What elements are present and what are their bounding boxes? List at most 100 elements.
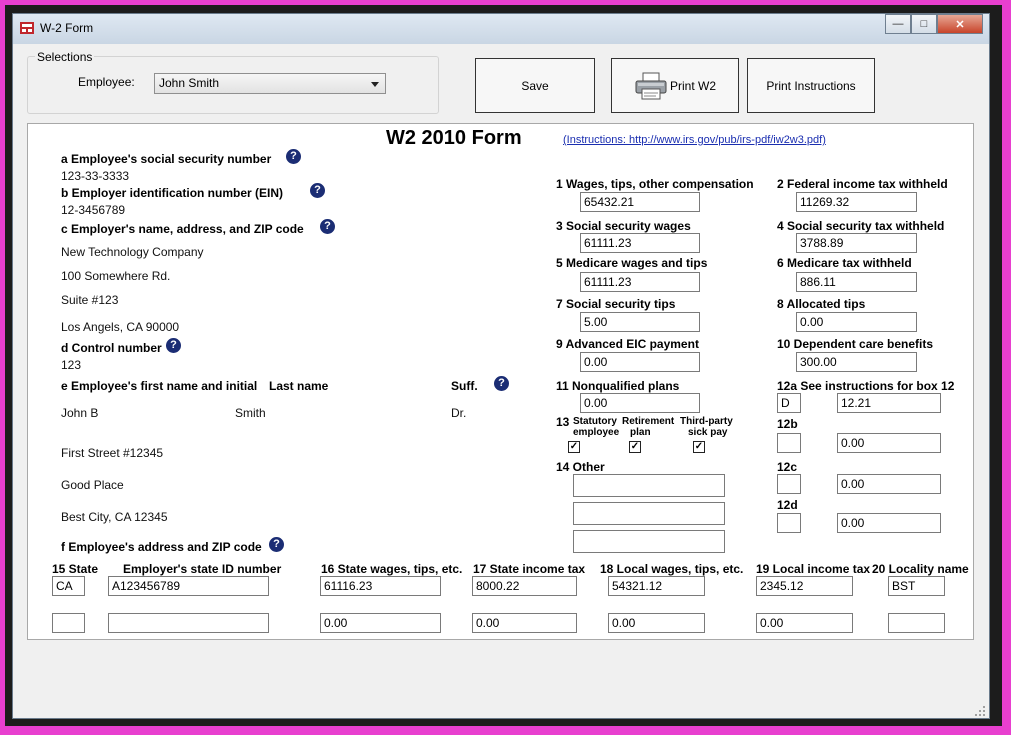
print-w2-button[interactable]: Print W2 [611,58,739,113]
save-button[interactable]: Save [475,58,595,113]
state-input-row-1[interactable]: CA [52,576,85,596]
employee-last-name-label: Last name [269,379,329,393]
statutory-label-line-1: Statutory [573,416,617,427]
control-number-value: 123 [61,358,82,372]
box7-input[interactable]: 5.00 [580,312,700,332]
print-w2-label: Print W2 [669,78,716,93]
box4-label: 4 Social security tax withheld [777,219,945,233]
box6-label: 6 Medicare tax withheld [777,256,912,270]
local-wages-input-row-1[interactable]: 54321.12 [608,576,705,596]
local-tax-input-row-2[interactable]: 0.00 [756,613,853,633]
box4-input[interactable]: 3788.89 [796,233,917,253]
box2-label: 2 Federal income tax withheld [777,177,948,191]
employee-help-icon[interactable]: ? [494,376,509,391]
local-tax-input-row-1[interactable]: 2345.12 [756,576,853,596]
box12b-amount-input[interactable]: 0.00 [837,433,941,453]
w2-form-panel: W2 2010 Form (Instructions: http://www.i… [27,123,974,640]
ein-value: 12-3456789 [61,203,126,217]
state-id-input-row-1[interactable]: A123456789 [108,576,269,596]
title-bar[interactable]: W-2 Form — □ ✕ [13,14,989,44]
close-button[interactable]: ✕ [937,14,983,34]
state-tax-input-row-2[interactable]: 0.00 [472,613,577,633]
box5-label: 5 Medicare wages and tips [556,256,708,270]
maximize-icon: □ [920,18,928,30]
box3-label: 3 Social security wages [556,219,691,233]
resize-grip-icon[interactable] [974,705,986,717]
box6-input[interactable]: 886.11 [796,272,917,292]
box12c-label: 12c [777,460,798,474]
third-party-sick-pay-checkbox[interactable]: ✓ [693,441,705,453]
control-number-label: d Control number [61,341,162,355]
box8-input[interactable]: 0.00 [796,312,917,332]
box17-label: 17 State income tax [473,562,586,576]
box13-label: 13 [556,415,570,429]
print-instructions-button[interactable]: Print Instructions [747,58,875,113]
box10-label: 10 Dependent care benefits [777,337,934,351]
retirement-plan-checkbox[interactable]: ✓ [629,441,641,453]
state-tax-input-row-1[interactable]: 8000.22 [472,576,577,596]
box18-label: 18 Local wages, tips, etc. [600,562,744,576]
employer-address-line-1: 100 Somewhere Rd. [61,269,171,283]
box7-label: 7 Social security tips [556,297,676,311]
maximize-button[interactable]: □ [911,14,937,34]
employee-address-line-2: Good Place [61,478,124,492]
selections-legend: Selections [35,50,95,64]
local-wages-input-row-2[interactable]: 0.00 [608,613,705,633]
window-title: W-2 Form [40,21,94,35]
box12c-amount-input[interactable]: 0.00 [837,474,941,494]
save-button-label: Save [521,78,549,93]
box16-label: 16 State wages, tips, etc. [321,562,463,576]
box12d-code-input[interactable] [777,513,801,533]
box5-input[interactable]: 61111.23 [580,272,700,292]
ssn-label: a Employee's social security number [61,152,272,166]
control-number-help-icon[interactable]: ? [166,338,181,353]
statutory-employee-checkbox[interactable]: ✓ [568,441,580,453]
printer-icon [635,72,667,99]
box14-input-2[interactable] [573,502,725,525]
box14-input-1[interactable] [573,474,725,497]
box19-label: 19 Local income tax [756,562,871,576]
box12a-code-input[interactable]: D [777,393,801,413]
state-wages-input-row-2[interactable]: 0.00 [320,613,441,633]
box9-input[interactable]: 0.00 [580,352,700,372]
box12b-code-input[interactable] [777,433,801,453]
state-wages-input-row-1[interactable]: 61116.23 [320,576,441,596]
box14-label: 14 Other [556,460,605,474]
box20-label: 20 Locality name [872,562,969,576]
state-input-row-2[interactable] [52,613,85,633]
employer-help-icon[interactable]: ? [320,219,335,234]
employer-address-line-2: Suite #123 [61,293,119,307]
box12d-amount-input[interactable]: 0.00 [837,513,941,533]
box12a-amount-input[interactable]: 12.21 [837,393,941,413]
ssn-value: 123-33-3333 [61,169,130,183]
ssn-help-icon[interactable]: ? [286,149,301,164]
employee-address-label: f Employee's address and ZIP code [61,540,262,554]
locality-input-row-1[interactable]: BST [888,576,945,596]
employee-suffix: Dr. [451,406,467,420]
employer-address-line-3: Los Angels, CA 90000 [61,320,180,334]
employee-suffix-label: Suff. [451,379,478,393]
box3-input[interactable]: 61111.23 [580,233,700,253]
window-content: Selections Employee: John Smith Save Pri… [13,44,989,718]
employee-select[interactable]: John Smith [154,73,386,94]
employer-label: c Employer's name, address, and ZIP code [61,222,304,236]
ein-help-icon[interactable]: ? [310,183,325,198]
employee-last-name: Smith [235,406,266,420]
employee-first-name-label: e Employee's first name and initial [61,379,258,393]
box14-input-3[interactable] [573,530,725,553]
app-icon [20,22,34,34]
box11-input[interactable]: 0.00 [580,393,700,413]
box2-input[interactable]: 11269.32 [796,192,917,212]
minimize-button[interactable]: — [885,14,911,34]
ein-label: b Employer identification number (EIN) [61,186,284,200]
box10-input[interactable]: 300.00 [796,352,917,372]
employee-address-help-icon[interactable]: ? [269,537,284,552]
instructions-link[interactable]: (Instructions: http://www.irs.gov/pub/ir… [563,134,826,146]
form-title: W2 2010 Form [386,127,522,149]
box9-label: 9 Advanced EIC payment [556,337,699,351]
statutory-label-line-2: employee [573,427,620,438]
locality-input-row-2[interactable] [888,613,945,633]
box1-input[interactable]: 65432.21 [580,192,700,212]
state-id-input-row-2[interactable] [108,613,269,633]
box12c-code-input[interactable] [777,474,801,494]
